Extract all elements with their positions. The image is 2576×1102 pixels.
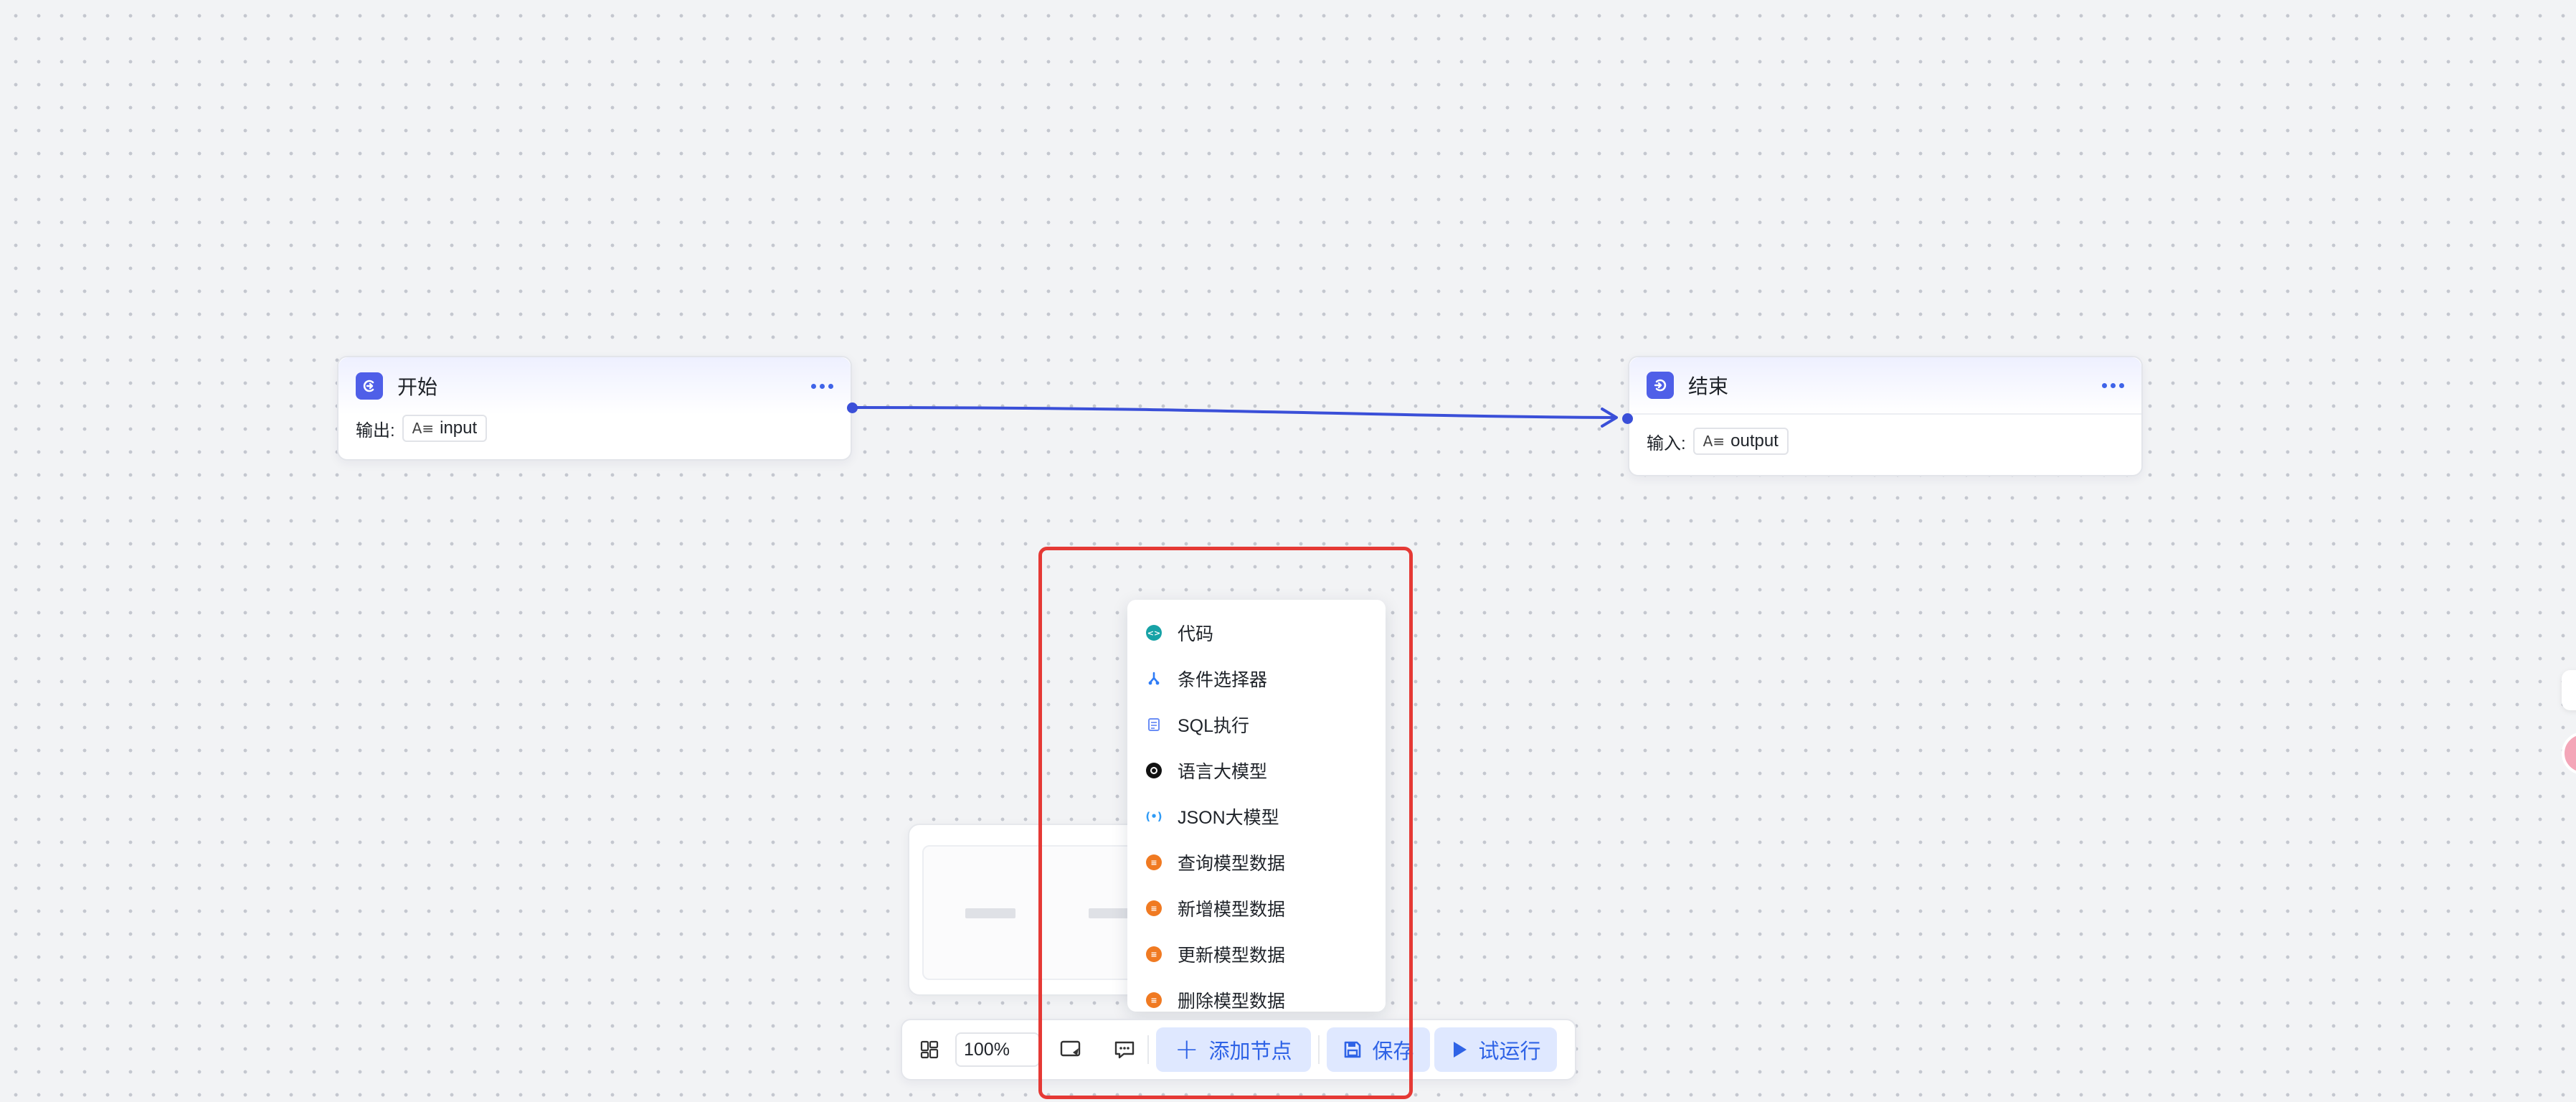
end-node[interactable]: 结束 输入: A≡ output <box>1622 356 2143 476</box>
input-label: 输入: <box>1647 433 1686 453</box>
start-node[interactable]: 开始 输出: A≡ input <box>337 356 858 461</box>
start-node-header[interactable]: 开始 <box>338 357 851 415</box>
minimap-icon <box>920 1040 939 1059</box>
start-node-title: 开始 <box>397 376 438 398</box>
test-run-button[interactable]: 试运行 <box>1434 1027 1557 1072</box>
minimap-toggle-button[interactable] <box>914 1034 945 1065</box>
output-label: 输出: <box>356 420 395 441</box>
output-variable-tag[interactable]: A≡ input <box>402 415 488 442</box>
text-type-icon: A≡ <box>412 420 435 437</box>
right-edge-button[interactable] <box>2562 670 2576 710</box>
input-variable-name: output <box>1730 431 1779 451</box>
start-icon <box>356 372 383 400</box>
text-type-icon: A≡ <box>1703 433 1725 450</box>
end-icon <box>1647 372 1674 399</box>
play-icon <box>1453 1042 1467 1058</box>
end-more-icon[interactable] <box>2102 382 2124 388</box>
assistant-avatar[interactable] <box>2562 732 2576 775</box>
start-output-handle[interactable] <box>847 402 858 413</box>
zoom-input[interactable]: 100% <box>955 1032 1040 1067</box>
zoom-value: 100% <box>964 1039 1010 1060</box>
start-more-icon[interactable] <box>811 383 833 389</box>
end-node-title: 结束 <box>1688 375 1729 397</box>
start-node-output-row: 输出: A≡ input <box>338 415 851 442</box>
test-run-label: 试运行 <box>1478 1040 1541 1063</box>
highlight-box <box>1038 547 1413 1099</box>
workflow-canvas[interactable]: 开始 输出: A≡ input 结束 输入: A≡ output <> 代码 条… <box>0 0 2576 1102</box>
end-node-input-row: 输入: A≡ output <box>1629 428 2141 455</box>
end-input-handle[interactable] <box>1622 413 1633 424</box>
output-variable-name: input <box>440 418 478 438</box>
minimap-start-node <box>965 908 1015 918</box>
input-variable-tag[interactable]: A≡ output <box>1692 428 1789 455</box>
end-node-header[interactable]: 结束 <box>1629 357 2141 415</box>
